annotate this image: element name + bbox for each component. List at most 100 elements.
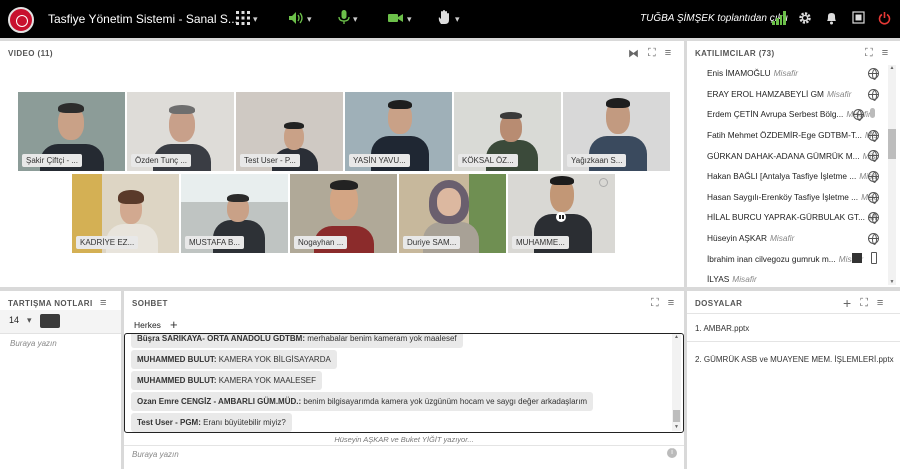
participant-name: Enis İMAMOĞLU: [707, 68, 771, 79]
font-size-value: 14: [9, 315, 20, 325]
video-tile[interactable]: Özden Tunç ...: [127, 92, 234, 171]
top-bar: Tasfiye Yönetim Sistemi - Sanal S... ▾ ▾…: [0, 0, 900, 38]
notifications-button[interactable]: [825, 9, 838, 29]
scrollbar-thumb[interactable]: [673, 410, 680, 422]
menu-icon[interactable]: ≡: [100, 297, 106, 309]
participants-header: KATILIMCILAR (73): [695, 49, 775, 58]
video-tile-label: MUSTAFA B...: [185, 236, 244, 249]
video-tile-label: Duriye SAM...: [403, 236, 461, 249]
scroll-down-icon[interactable]: ▼: [672, 424, 681, 430]
chat-scrollbar[interactable]: ▲ ▼: [672, 334, 681, 431]
participant-item[interactable]: Fatih Mehmet ÖZDEMİR-Ege GDTBM-T...Misaf…: [687, 125, 877, 146]
video-tile[interactable]: MUSTAFA B...: [181, 174, 288, 253]
speaker-button[interactable]: ▾: [288, 9, 312, 29]
files-pane: DOSYALAR + ⛶ ≡ 1. AMBAR.pptx 2. GÜMRÜK A…: [687, 291, 900, 469]
video-tile[interactable]: Test User - P...: [236, 92, 343, 171]
video-tile[interactable]: KADRİYE EZ...: [72, 174, 179, 253]
info-icon[interactable]: i: [667, 448, 677, 458]
raise-hand-button[interactable]: ▾: [438, 9, 460, 29]
participants-scrollbar[interactable]: ▲ ▼: [888, 65, 896, 285]
globe-icon: [868, 68, 879, 80]
mobile-icon: [871, 252, 877, 264]
recipient-tab[interactable]: Herkes +: [134, 317, 178, 332]
video-person: [58, 103, 84, 113]
chat-message: Test User - PGM: Eranı büyütebilir miyiz…: [131, 413, 292, 432]
notes-editor[interactable]: Buraya yazın: [10, 339, 57, 348]
microphone-icon: [870, 108, 875, 118]
message-sender: MUHAMMED BULUT:: [137, 355, 217, 364]
participant-item[interactable]: Hasan Saygılı-Erenköy Tasfiye İşletme ..…: [687, 187, 877, 208]
video-tile[interactable]: Yağızkaan S...: [563, 92, 670, 171]
participant-role: Misafir: [732, 274, 757, 285]
menu-icon[interactable]: ≡: [668, 297, 674, 310]
fullscreen-icon[interactable]: ⛶: [651, 297, 659, 310]
video-tile[interactable]: Duriye SAM...: [399, 174, 506, 253]
video-person: [169, 105, 195, 114]
participant-name: Hasan Saygılı-Erenköy Tasfiye İşletme ..…: [707, 191, 859, 202]
filmstrip-toggle-icon[interactable]: ⧓: [628, 47, 639, 60]
participant-item[interactable]: HİLAL BURCU YAPRAK-GÜRBULAK GT...Misafir: [687, 207, 877, 228]
add-file-icon[interactable]: +: [843, 295, 851, 311]
file-item[interactable]: 1. AMBAR.pptx: [695, 324, 749, 333]
chat-pane: SOHBET ⛶ ≡ Herkes + Büşra SARIKAYA- ORTA…: [124, 291, 684, 469]
pause-icon[interactable]: [556, 212, 566, 222]
video-person: [606, 98, 630, 108]
participant-item[interactable]: GÜRKAN DAHAK-ADANA GÜMRÜK M...Misafir: [687, 145, 877, 166]
video-person: [388, 100, 412, 109]
message-sender: Büşra SARIKAYA- ORTA ANADOLU GDTBM:: [137, 334, 306, 343]
camera-button[interactable]: ▾: [388, 9, 412, 29]
participant-item[interactable]: İbrahim inan cilvegozu gumruk m... Misafi…: [687, 248, 877, 269]
video-tile[interactable]: Nogayhan ...: [290, 174, 397, 253]
video-tile[interactable]: Şakir Çiftçi - ...: [18, 92, 125, 171]
video-tile-label: MUHAMME...: [512, 236, 569, 249]
scroll-up-icon[interactable]: ▲: [672, 334, 681, 340]
signal-icon: [772, 11, 786, 25]
video-tile-label: Yağızkaan S...: [567, 154, 627, 167]
scrollbar-thumb[interactable]: [888, 129, 896, 159]
status-notification: TUĞBA ŞİMŞEK toplantıdan çıktı: [640, 13, 789, 24]
layout-menu-button[interactable]: ▾: [236, 9, 258, 29]
video-person: [330, 180, 358, 190]
participant-item[interactable]: ERAY EROL HAMZABEYLİ GM Misafir: [687, 84, 877, 105]
menu-icon[interactable]: ≡: [665, 47, 671, 60]
add-tab-icon[interactable]: +: [170, 317, 178, 332]
participant-item[interactable]: Hüseyin AŞKAR Misafir: [687, 228, 877, 249]
chat-header: SOHBET: [132, 299, 168, 308]
raise-hand-icon: [438, 10, 452, 28]
menu-icon[interactable]: ≡: [882, 47, 888, 60]
fullscreen-icon[interactable]: ⛶: [860, 295, 868, 311]
globe-icon: [868, 191, 879, 204]
participant-item[interactable]: Enis İMAMOĞLU Misafir: [687, 63, 877, 84]
settings-button[interactable]: [798, 9, 812, 29]
bell-icon: [825, 11, 838, 28]
chevron-down-icon: ▾: [353, 13, 358, 24]
font-size-select[interactable]: 14 ▾: [9, 315, 32, 326]
participant-item[interactable]: Hakan BAĞLI [Antalya Tasfiye İşletme ...…: [687, 166, 877, 187]
speaker-icon: [288, 11, 304, 28]
fullscreen-button[interactable]: [852, 9, 865, 29]
color-picker-button[interactable]: [40, 314, 60, 328]
pin-icon[interactable]: [599, 178, 608, 187]
power-icon: [878, 11, 891, 28]
globe-icon: [868, 171, 879, 183]
leave-meeting-button[interactable]: [878, 9, 891, 29]
fullscreen-icon[interactable]: ⛶: [648, 47, 656, 60]
video-tile[interactable]: YASİN YAVU...: [345, 92, 452, 171]
message-text: KAMERA YOK MAALESEF: [218, 376, 316, 385]
participant-role: Misafir: [773, 68, 799, 79]
video-tile[interactable]: MUHAMME...: [508, 174, 615, 253]
typing-indicator: Hüseyin AŞKAR ve Buket YİĞİT yazıyor...: [334, 435, 474, 444]
fullscreen-icon[interactable]: ⛶: [865, 47, 873, 60]
scroll-up-icon[interactable]: ▲: [888, 65, 896, 71]
participant-item[interactable]: Erdem ÇETİN Avrupa Serbest Bölg... Misafi…: [687, 104, 877, 125]
scroll-down-icon[interactable]: ▼: [888, 279, 896, 285]
video-tile[interactable]: KÖKSAL ÖZ...: [454, 92, 561, 171]
divider: [687, 341, 900, 342]
chat-input[interactable]: Buraya yazın: [132, 450, 179, 459]
pause-icon: [559, 215, 561, 219]
menu-icon[interactable]: ≡: [877, 295, 883, 311]
participant-list: Enis İMAMOĞLU Misafir ERAY EROL HAMZABEYL…: [687, 63, 887, 287]
participant-item[interactable]: İLYAS Misafir: [687, 269, 877, 287]
microphone-button[interactable]: ▾: [338, 9, 358, 29]
file-item[interactable]: 2. GÜMRÜK ASB ve MUAYENE MEM. İŞLEMLERİ.…: [695, 355, 894, 364]
